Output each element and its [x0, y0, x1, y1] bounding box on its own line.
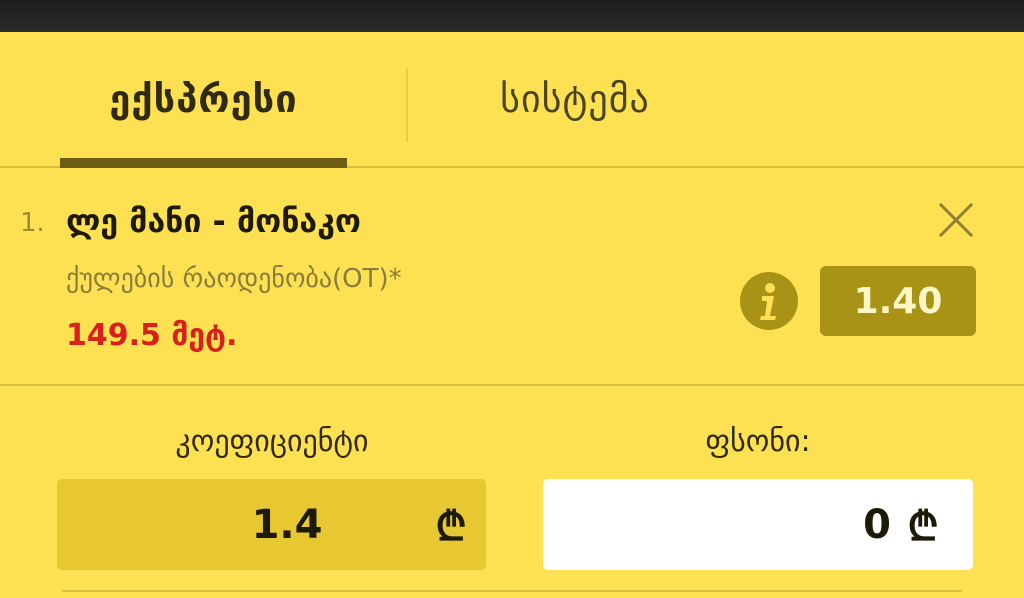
coefficient-value: 1.4 [251, 501, 323, 548]
close-icon[interactable] [936, 200, 976, 240]
active-tab-indicator [60, 158, 347, 168]
info-icon[interactable] [740, 272, 798, 330]
coefficient-field: 1.4 ₾ [57, 479, 486, 570]
status-bar [0, 0, 1024, 32]
stake-value: 0 [863, 501, 891, 548]
tab-express[interactable]: ექსპრესი [60, 32, 347, 166]
betslip-tabs: ექსპრესი სისტემა [0, 32, 1024, 168]
tab-divider [406, 68, 408, 142]
odds-badge: 1.40 [820, 266, 976, 336]
bet-market: ქულების რაოდენობა(OT)* [66, 264, 402, 294]
bet-selection: 149.5 მეტ. [66, 318, 238, 353]
lari-icon: ₾ [907, 504, 939, 550]
tab-system[interactable]: სისტემა [410, 32, 740, 166]
divider [62, 590, 962, 592]
bet-item: 1. ლე მანი - მონაკო ქულების რაოდენობა(OT… [0, 168, 1024, 386]
coefficient-label: კოეფიციენტი [175, 424, 369, 459]
bet-index: 1. [20, 208, 45, 238]
stake-label: ფსონი: [705, 424, 811, 459]
lari-icon: ₾ [435, 504, 467, 550]
stake-input[interactable]: 0 ₾ [543, 479, 973, 570]
bet-event-title: ლე მანი - მონაკო [66, 202, 361, 240]
